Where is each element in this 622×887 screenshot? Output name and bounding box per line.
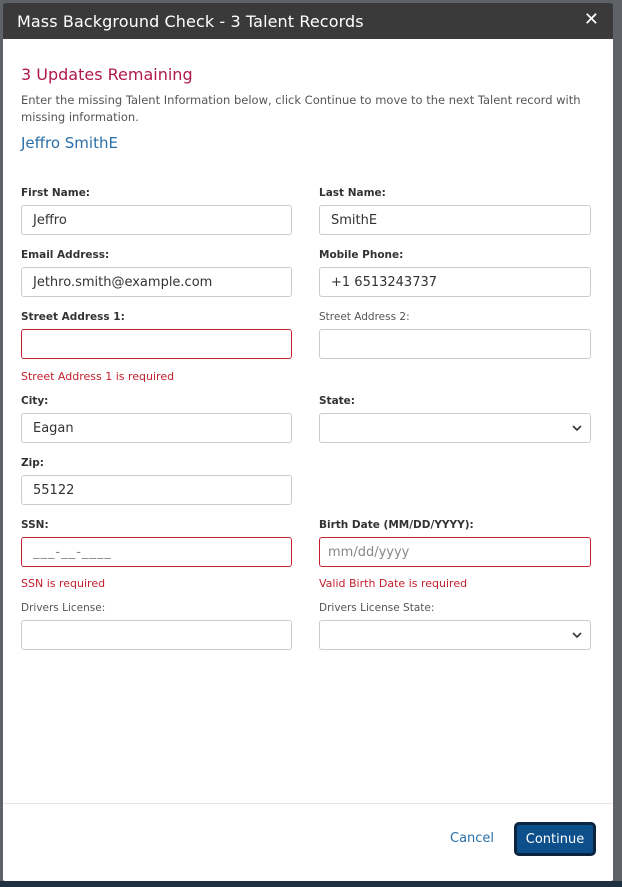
birth-date-field[interactable]: mm/dd/yyyy — [319, 537, 591, 567]
continue-button[interactable]: Continue — [515, 823, 595, 855]
birth-date-error: Valid Birth Date is required — [319, 577, 468, 590]
cancel-button[interactable]: Cancel — [450, 831, 494, 846]
ssn-field[interactable]: ___-__-____ — [21, 537, 292, 567]
ssn-label: SSN: — [21, 519, 49, 531]
last-name-field[interactable]: SmithE — [319, 205, 591, 235]
first-name-label: First Name: — [21, 187, 91, 199]
backdrop-strip — [0, 881, 622, 887]
state-label: State: — [319, 395, 356, 407]
city-label: City: — [21, 395, 49, 407]
drivers-license-state-select[interactable] — [319, 620, 591, 650]
ssn-error: SSN is required — [21, 577, 106, 590]
drivers-license-state-label: Drivers License State: — [319, 602, 435, 614]
street-address-1-field[interactable] — [21, 329, 292, 359]
street-address-1-label: Street Address 1: — [21, 311, 125, 323]
chevron-down-icon — [572, 632, 582, 639]
email-label: Email Address: — [21, 249, 110, 261]
mobile-phone-label: Mobile Phone: — [319, 249, 404, 261]
street-address-2-label: Street Address 2: — [319, 311, 410, 323]
city-field[interactable]: Eagan — [21, 413, 292, 443]
drivers-license-label: Drivers License: — [21, 602, 106, 614]
drivers-license-field[interactable] — [21, 620, 292, 650]
email-field[interactable]: Jethro.smith@example.com — [21, 267, 292, 297]
modal-footer: Cancel Continue — [3, 803, 613, 881]
birth-date-label: Birth Date (MM/DD/YYYY): — [319, 519, 474, 531]
zip-field[interactable]: 55122 — [21, 475, 292, 505]
street-address-1-error: Street Address 1 is required — [21, 370, 175, 383]
street-address-2-field[interactable] — [319, 329, 591, 359]
last-name-label: Last Name: — [319, 187, 386, 199]
chevron-down-icon — [572, 425, 582, 432]
talent-form: First Name: Jeffro Last Name: SmithE Ema… — [3, 17, 613, 817]
background-check-modal: Mass Background Check - 3 Talent Records… — [3, 3, 613, 881]
first-name-field[interactable]: Jeffro — [21, 205, 292, 235]
state-select[interactable] — [319, 413, 591, 443]
zip-label: Zip: — [21, 457, 44, 469]
mobile-phone-field[interactable]: +1 6513243737 — [319, 267, 591, 297]
